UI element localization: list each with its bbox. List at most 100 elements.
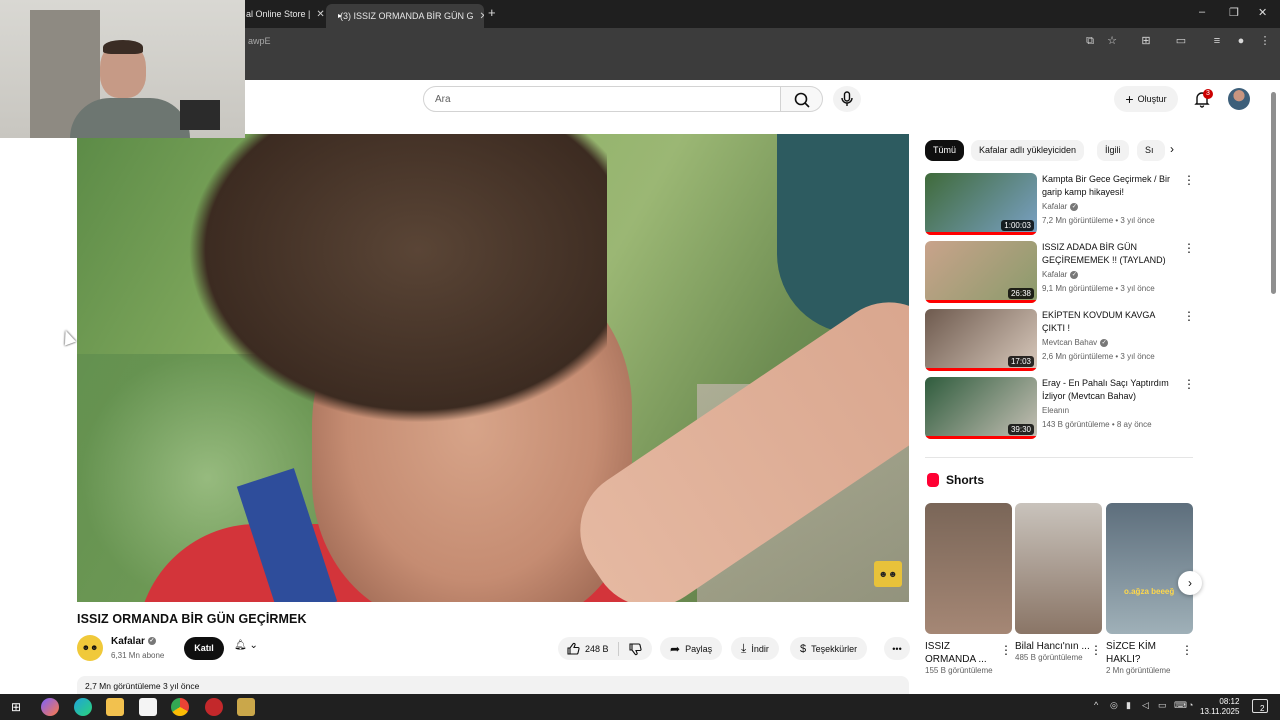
more-vertical-icon[interactable]: ⋮	[1183, 377, 1195, 391]
address-text[interactable]: awpE	[248, 36, 271, 46]
voice-search-button[interactable]	[833, 86, 861, 112]
download-button[interactable]: ⤓ İndir	[731, 637, 779, 660]
display-icon[interactable]: ▭	[1158, 700, 1167, 711]
battery-icon[interactable]: ▮	[1126, 700, 1131, 711]
thumbs-down-icon[interactable]	[628, 642, 642, 656]
browser-tab[interactable]: al Online Store | ✕	[238, 4, 324, 24]
browser-tab-active[interactable]: (3) ISSIZ ORMANDA BİR GÜN G ✕	[326, 4, 484, 28]
close-tab-icon[interactable]: ✕	[316, 9, 324, 20]
video-player[interactable]	[77, 134, 909, 602]
video-thumbnail[interactable]: 39:30	[925, 377, 1037, 439]
video-title[interactable]: Kampta Bir Gece Geçirmek / Bir garip kam…	[1042, 173, 1180, 199]
video-title[interactable]: ISSIZ ADADA BİR GÜN GEÇİREMEMEK !! (TAYL…	[1042, 241, 1180, 267]
recommended-video[interactable]: 17:03 EKİPTEN KOVDUM KAVGA ÇIKTI ! Mevtc…	[925, 309, 1195, 371]
short-title[interactable]: Bilal Hancı'nın ...	[1015, 640, 1090, 653]
tray-chevron-icon[interactable]: ^	[1094, 700, 1098, 710]
more-vertical-icon[interactable]: ⋮	[1181, 643, 1193, 657]
description-box[interactable]: 2,7 Mn görüntüleme 3 yıl önce	[77, 676, 909, 696]
video-meta: 2,6 Mn görüntüleme • 3 yıl önce	[1042, 352, 1155, 361]
channel-name[interactable]: Kafalar ✓	[111, 636, 156, 647]
account-avatar[interactable]	[1228, 88, 1250, 110]
recommended-video[interactable]: 1:00:03 Kampta Bir Gece Geçirmek / Bir g…	[925, 173, 1195, 235]
store-icon[interactable]	[139, 698, 157, 716]
minimize-icon[interactable]: –	[1199, 6, 1205, 18]
video-title[interactable]: Eray - En Pahalı Saçı Yaptırdım İzliyor …	[1042, 377, 1180, 403]
system-clock[interactable]: 08:12 13.11.2025	[1200, 697, 1239, 717]
recommended-video[interactable]: 39:30 Eray - En Pahalı Saçı Yaptırdım İz…	[925, 377, 1195, 439]
channel-name: Kafalar ✓	[1042, 270, 1079, 279]
video-duration: 1:00:03	[1001, 220, 1034, 231]
verified-icon: ✓	[1070, 270, 1079, 279]
more-actions-button[interactable]: •••	[884, 637, 910, 660]
shorts-icon	[927, 473, 939, 487]
video-meta: 143 B görüntüleme • 8 ay önce	[1042, 420, 1152, 429]
join-button[interactable]: Katıl	[184, 637, 224, 660]
profile-icon[interactable]: ●	[1234, 34, 1248, 48]
close-tab-icon[interactable]: ✕	[480, 11, 484, 22]
windows-start-icon[interactable]: ⊞	[7, 698, 25, 716]
video-thumbnail[interactable]: 1:00:03	[925, 173, 1037, 235]
short-card[interactable]: ISSIZ ORMANDA ... 155 B görüntüleme ⋮	[925, 503, 1012, 675]
search-icon	[794, 92, 810, 108]
shorts-heading: Shorts	[946, 473, 985, 487]
notification-count: 2	[1260, 704, 1265, 713]
video-thumbnail[interactable]: 26:38	[925, 241, 1037, 303]
verified-icon: ✓	[1070, 202, 1079, 211]
search-button[interactable]	[781, 86, 823, 112]
chip-truncated[interactable]: Sı	[1137, 140, 1165, 161]
game-app-icon[interactable]	[237, 698, 255, 716]
chip-related[interactable]: İlgili	[1097, 140, 1129, 161]
edge-icon[interactable]	[74, 698, 92, 716]
chip-from-uploader[interactable]: Kafalar adlı yükleyiciden	[971, 140, 1085, 161]
media-icon[interactable]: ≡	[1210, 34, 1224, 48]
cast-icon[interactable]: ▭	[1174, 34, 1188, 48]
more-vertical-icon[interactable]: ⋮	[1183, 173, 1195, 187]
chevron-right-icon[interactable]: ›	[1170, 142, 1174, 156]
close-window-icon[interactable]: ✕	[1258, 6, 1267, 19]
network-icon[interactable]: ◎	[1110, 700, 1118, 711]
share-label: Paylaş	[685, 643, 713, 654]
channel-watermark-logo[interactable]: ☻☻	[874, 561, 902, 587]
copilot-icon[interactable]	[41, 698, 59, 716]
short-title[interactable]: ISSIZ ORMANDA ...	[925, 640, 1000, 666]
thanks-button[interactable]: $ Teşekkürler	[790, 637, 868, 660]
like-button[interactable]: 248 B	[566, 642, 609, 656]
bookmark-star-icon[interactable]: ☆	[1105, 34, 1119, 48]
subscription-bell-dropdown[interactable]: 🔔︎ ⌄	[234, 640, 258, 651]
page-scrollbar[interactable]	[1271, 92, 1276, 294]
file-explorer-icon[interactable]	[106, 698, 124, 716]
share-button[interactable]: ➦ Paylaş	[660, 637, 723, 660]
create-button[interactable]: + Oluştur	[1114, 86, 1178, 112]
video-thumbnail[interactable]: 17:03	[925, 309, 1037, 371]
clock-time: 08:12	[1219, 697, 1240, 706]
more-vertical-icon[interactable]: ⋮	[1090, 643, 1102, 657]
short-title[interactable]: SİZCE KİM HAKLI?	[1106, 640, 1181, 666]
extensions-icon[interactable]: ⊞	[1139, 34, 1153, 48]
chip-all[interactable]: Tümü	[925, 140, 965, 161]
subscriber-count: 6,31 Mn abone	[111, 651, 165, 660]
install-icon[interactable]: ⧉	[1083, 34, 1097, 48]
volume-icon[interactable]: ◁	[1142, 700, 1149, 711]
recommended-video[interactable]: 26:38 ISSIZ ADADA BİR GÜN GEÇİREMEMEK !!…	[925, 241, 1195, 303]
restore-icon[interactable]: ❐	[1229, 6, 1239, 19]
short-thumbnail[interactable]	[1015, 503, 1102, 634]
app-icon[interactable]	[205, 698, 223, 716]
more-vertical-icon[interactable]: ⋮	[1183, 241, 1195, 255]
more-vertical-icon[interactable]: ⋮	[1183, 309, 1195, 323]
notification-center-button[interactable]: 2	[1252, 699, 1268, 713]
more-vertical-icon[interactable]: ⋮	[1000, 643, 1012, 657]
search-input[interactable]: Ara	[423, 86, 781, 112]
language-icon[interactable]: ⌨	[1174, 700, 1187, 711]
short-thumbnail[interactable]	[925, 503, 1012, 634]
chrome-icon[interactable]	[171, 698, 189, 716]
thanks-label: Teşekkürler	[811, 643, 858, 654]
browser-menu-icon[interactable]: ⋮	[1258, 34, 1272, 48]
channel-avatar[interactable]: ☻☻	[77, 635, 103, 661]
chevron-right-icon: ›	[1188, 576, 1192, 590]
video-title[interactable]: EKİPTEN KOVDUM KAVGA ÇIKTI !	[1042, 309, 1180, 335]
short-card[interactable]: Bilal Hancı'nın ... 485 B görüntüleme ⋮	[1015, 503, 1102, 662]
wifi-icon[interactable]: ◔	[1188, 700, 1193, 710]
new-tab-icon[interactable]: +	[488, 5, 496, 20]
shorts-next-button[interactable]: ›	[1178, 571, 1202, 595]
short-thumbnail[interactable]: o.ağza beeeğ	[1106, 503, 1193, 634]
